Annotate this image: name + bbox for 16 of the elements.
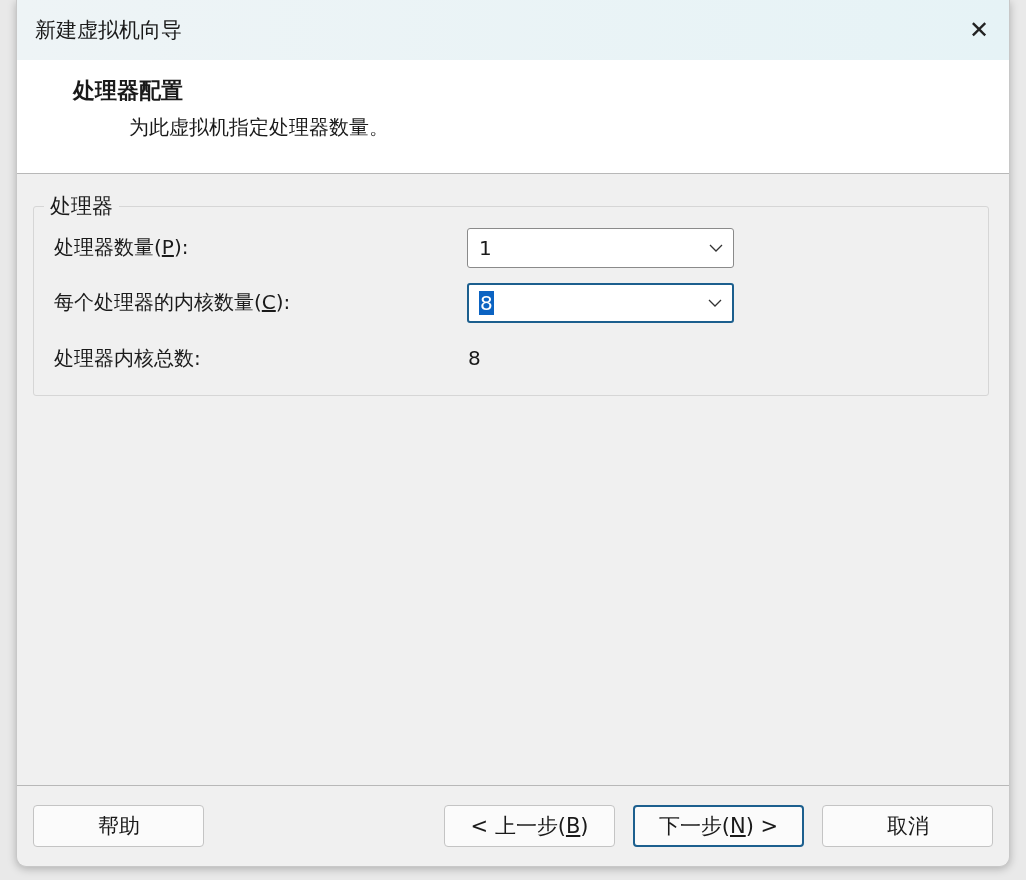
dropdown[interactable]: 1 (467, 227, 734, 268)
page-subtitle: 为此虚拟机指定处理器数量。 (129, 114, 390, 141)
chevron-down-icon (708, 299, 722, 307)
close-button[interactable]: ✕ (960, 12, 997, 48)
window-title: 新建虚拟机向导 (35, 17, 182, 44)
value-text: 8 (467, 346, 481, 371)
chevron-down-icon (709, 243, 723, 252)
help-button[interactable]: 帮助 (33, 805, 204, 847)
field-label: 处理器数量(P): (54, 234, 190, 262)
wizard-button[interactable]: 取消 (822, 805, 993, 847)
page-title: 处理器配置 (73, 77, 184, 105)
wizard-button[interactable]: < 上一步(B) (444, 805, 615, 847)
wizard-button[interactable]: 下一步(N) > (633, 805, 804, 847)
field-label: 处理器内核总数: (54, 344, 202, 372)
dropdown[interactable]: 8 (467, 283, 734, 323)
field-label: 每个处理器的内核数量(C): (54, 289, 292, 317)
